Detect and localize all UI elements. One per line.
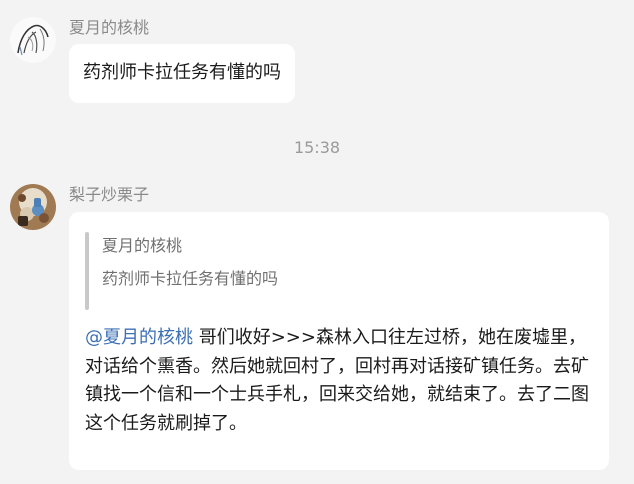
sender-name: 梨子炒栗子 [69,185,150,204]
photo-avatar-icon [10,184,56,230]
reply-text: @夏月的核桃 哥们收好>>>森林入口往左过桥，她在废墟里，对话给个熏香。然后她就… [85,324,595,438]
sketch-avatar-icon [10,17,56,63]
message-bubble[interactable]: 夏月的核桃 药剂师卡拉任务有懂的吗 @夏月的核桃 哥们收好>>>森林入口往左过桥… [69,212,609,470]
quoted-text[interactable]: 药剂师卡拉任务有懂的吗 [102,269,278,289]
message-text: 药剂师卡拉任务有懂的吗 [83,62,281,83]
message-bubble[interactable]: 药剂师卡拉任务有懂的吗 [69,44,295,103]
mention-link[interactable]: @夏月的核桃 [85,327,193,348]
timestamp: 15:38 [293,138,341,157]
avatar-lizi[interactable] [10,184,56,230]
quote-bar [85,232,89,310]
avatar-xiayue[interactable] [10,17,56,63]
quoted-sender: 夏月的核桃 [102,236,183,255]
sender-name: 夏月的核桃 [69,18,150,37]
